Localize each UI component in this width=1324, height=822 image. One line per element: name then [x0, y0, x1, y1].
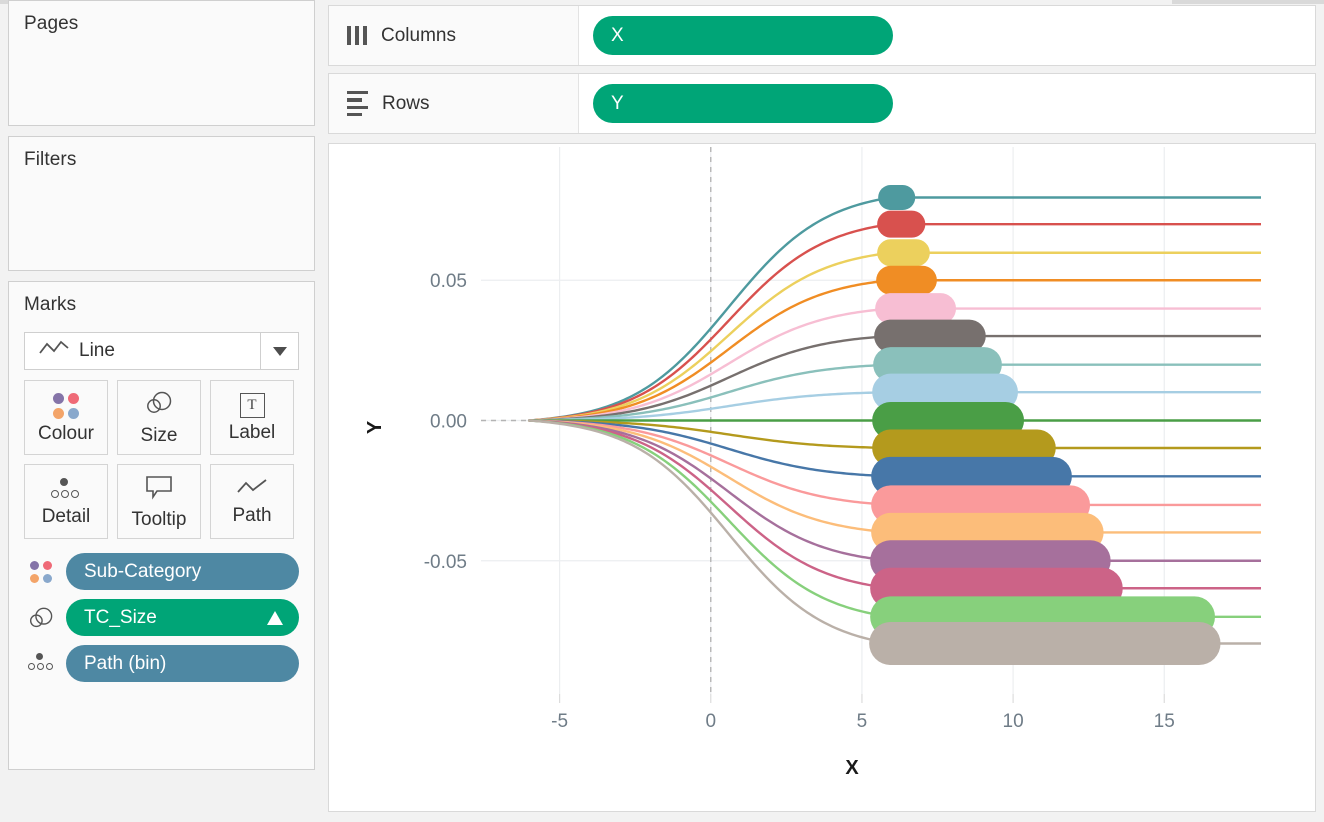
marks-pill-sub-category-label: Sub-Category — [84, 560, 202, 582]
path-button[interactable]: Path — [210, 464, 294, 539]
chart-series-group — [528, 184, 1261, 666]
left-panel: Pages Filters Marks Line Colour Size T L… — [8, 0, 315, 780]
path-button-label: Path — [232, 505, 272, 526]
chart-canvas[interactable]: 0.05 0.00 -0.05 Y -5 0 5 10 15 X — [329, 144, 1315, 811]
x-axis-title: X — [845, 757, 859, 779]
x-axis-tick-label: 15 — [1154, 711, 1175, 732]
rows-pill-y[interactable]: Y — [593, 84, 893, 123]
detail-button-label: Detail — [41, 505, 91, 527]
marks-pill-sub-category[interactable]: Sub-Category — [66, 553, 299, 590]
x-axis-tick-label: -5 — [551, 711, 568, 732]
series-ramp-line — [528, 419, 892, 619]
marks-property-grid: Colour Size T Label Detail Tooltip Path — [24, 380, 299, 539]
y-axis-tick-label: 0.00 — [430, 412, 467, 433]
y-axis: 0.05 0.00 -0.05 Y — [364, 271, 467, 573]
filters-card[interactable]: Filters — [8, 136, 315, 271]
x-axis-tick-label: 5 — [857, 711, 868, 732]
continuous-triangle-icon — [267, 610, 283, 625]
series-ramp-line — [528, 419, 892, 507]
mark-type-current[interactable]: Line — [25, 333, 260, 369]
rows-icon — [347, 91, 368, 116]
series-ramp-line — [528, 222, 892, 422]
line-chart-icon — [39, 340, 69, 362]
rows-shelf-label: Rows — [329, 74, 579, 133]
rows-pill-y-label: Y — [611, 92, 624, 114]
colour-dots-icon — [24, 560, 58, 583]
rows-shelf[interactable]: Rows Y — [328, 73, 1316, 134]
tableau-worksheet: Pages Filters Marks Line Colour Size T L… — [0, 0, 1324, 822]
marks-pill-list: Sub-Category TC_Size Path (bin) — [9, 553, 314, 682]
series-ramp-line — [528, 251, 892, 422]
colour-dots-icon — [53, 392, 79, 419]
mark-type-label: Line — [79, 340, 115, 361]
marks-pill-tc-size-label: TC_Size — [84, 606, 157, 628]
detail-dots-icon — [51, 477, 81, 502]
colour-button-label: Colour — [38, 422, 94, 444]
label-button[interactable]: T Label — [210, 380, 294, 455]
chevron-down-icon — [272, 346, 287, 356]
y-axis-tick-label: -0.05 — [424, 552, 467, 573]
window-chrome-sliver-right — [1172, 0, 1324, 4]
marks-pill-row-sub-category: Sub-Category — [24, 553, 299, 590]
pages-card[interactable]: Pages — [8, 0, 315, 126]
marks-pill-path-bin[interactable]: Path (bin) — [66, 645, 299, 682]
tooltip-button[interactable]: Tooltip — [117, 464, 201, 539]
columns-drop-zone[interactable]: X — [579, 6, 1315, 65]
x-axis-tick-label: 10 — [1003, 711, 1024, 732]
rows-label-text: Rows — [382, 92, 430, 114]
y-axis-title: Y — [364, 420, 386, 434]
mark-type-dropdown-button[interactable] — [260, 333, 298, 369]
y-axis-tick-label: 0.05 — [430, 271, 467, 292]
size-button[interactable]: Size — [117, 380, 201, 455]
columns-shelf-label: Columns — [329, 6, 579, 65]
mark-type-selector[interactable]: Line — [24, 332, 299, 370]
rows-drop-zone[interactable]: Y — [579, 74, 1315, 133]
columns-pill-x[interactable]: X — [593, 16, 893, 55]
columns-icon — [347, 26, 367, 45]
size-button-label: Size — [140, 425, 178, 446]
label-t-icon: T — [239, 393, 265, 418]
columns-label-text: Columns — [381, 24, 456, 46]
detail-button[interactable]: Detail — [24, 464, 108, 539]
x-axis-tick-label: 0 — [705, 711, 716, 732]
size-circles-icon — [24, 606, 58, 630]
x-axis: -5 0 5 10 15 X — [551, 694, 1175, 779]
filters-title: Filters — [24, 149, 77, 170]
marks-card: Marks Line Colour Size T Label Detail To… — [8, 281, 315, 770]
colour-button[interactable]: Colour — [24, 380, 108, 455]
chart-pane[interactable]: 0.05 0.00 -0.05 Y -5 0 5 10 15 X — [328, 143, 1316, 812]
detail-dots-icon — [24, 653, 58, 674]
marks-title: Marks — [24, 294, 77, 315]
marks-pill-path-bin-label: Path (bin) — [84, 652, 167, 674]
columns-pill-x-label: X — [611, 24, 624, 46]
label-button-label: Label — [228, 422, 276, 443]
columns-shelf[interactable]: Columns X — [328, 5, 1316, 66]
tooltip-button-label: Tooltip — [131, 508, 187, 530]
size-circles-icon — [144, 390, 174, 421]
marks-pill-row-path-bin: Path (bin) — [24, 645, 299, 682]
pages-title: Pages — [24, 13, 79, 34]
marks-pill-tc-size[interactable]: TC_Size — [66, 599, 299, 636]
marks-pill-row-tc-size: TC_Size — [24, 599, 299, 636]
path-line-icon — [237, 478, 267, 501]
tooltip-bubble-icon — [145, 475, 173, 505]
